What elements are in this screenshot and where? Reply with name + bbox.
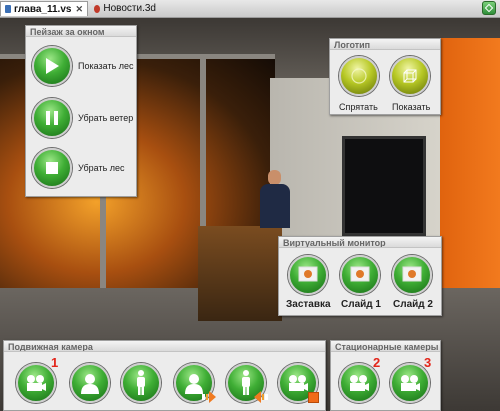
- show-forest-button[interactable]: [32, 46, 72, 86]
- camera-number: 3: [424, 355, 432, 370]
- panel-title: Стационарные камеры: [331, 341, 440, 352]
- virtual-monitor-panel: Виртуальный монитор Заставка Слайд 1 Сла…: [278, 236, 442, 316]
- slide-2-button[interactable]: [392, 255, 432, 295]
- slide-2-label: Слайд 2: [393, 299, 433, 310]
- tab-novosti-3d[interactable]: Новости.3d: [90, 1, 160, 16]
- camera-number: 2: [373, 355, 381, 370]
- tab-3d-icon: [94, 4, 101, 13]
- tab-bar: глава_11.vs ✕ Новости.3d: [0, 0, 500, 18]
- remove-wind-label: Убрать ветер: [78, 113, 134, 123]
- landscape-panel: Пейзаж за окном Показать лес Убрать вете…: [25, 25, 137, 197]
- tab-label: Новости.3d: [103, 3, 156, 14]
- zoom-out-shot-button[interactable]: [226, 363, 268, 403]
- fullbody-shot-button[interactable]: [121, 363, 161, 403]
- close-icon[interactable]: ✕: [75, 4, 83, 15]
- show-forest-label: Показать лес: [78, 61, 134, 71]
- moving-camera-button-1[interactable]: [16, 363, 56, 403]
- remove-forest-button[interactable]: [32, 148, 72, 188]
- presenter-desk: [198, 226, 282, 321]
- panel-title: Логотип: [330, 39, 440, 50]
- monitor-slide-icon: [402, 266, 422, 282]
- closeup-shot-button[interactable]: [70, 363, 110, 403]
- camera-number: 1: [51, 355, 59, 370]
- hide-logo-icon: [351, 68, 367, 84]
- person-fullbody-icon: [137, 370, 145, 395]
- virtual-monitor-screen: [342, 136, 426, 236]
- person-closeup-icon: [81, 374, 99, 394]
- monitor-slide-icon: [350, 266, 370, 282]
- panel-title: Виртуальный монитор: [279, 237, 441, 248]
- zoom-in-arrow-icon: [202, 391, 216, 403]
- tab-glava-11[interactable]: глава_11.vs ✕: [0, 1, 88, 16]
- camera-record-button[interactable]: [278, 363, 319, 403]
- camera-record-icon: [289, 375, 308, 391]
- stop-icon: [46, 162, 58, 174]
- panel-title: Подвижная камера: [4, 341, 325, 352]
- hide-logo-button[interactable]: [339, 56, 379, 96]
- app-logo-icon[interactable]: [482, 1, 496, 15]
- presenter-figure: [260, 170, 290, 228]
- pause-icon: [46, 111, 58, 125]
- camera-icon: [350, 375, 369, 391]
- show-logo-label: Показать: [392, 102, 431, 112]
- monitor-screensaver-icon: [298, 266, 318, 282]
- play-icon: [46, 58, 59, 74]
- camera-icon: [27, 375, 46, 391]
- show-logo-button[interactable]: [390, 56, 430, 96]
- orange-wall: [440, 38, 500, 298]
- slide-1-button[interactable]: [340, 255, 380, 295]
- slide-1-label: Слайд 1: [341, 299, 381, 310]
- moving-camera-panel: Подвижная камера 1: [3, 340, 326, 411]
- remove-wind-button[interactable]: [32, 98, 72, 138]
- zoom-out-arrow-icon: [254, 391, 268, 403]
- tab-scene-icon: [5, 5, 11, 13]
- hide-logo-label: Спрятать: [339, 102, 378, 112]
- record-square-icon: [308, 392, 319, 403]
- tab-label: глава_11.vs: [14, 3, 72, 15]
- screensaver-label: Заставка: [286, 299, 331, 310]
- person-zoom-out-icon: [242, 370, 250, 395]
- remove-forest-label: Убрать лес: [78, 163, 125, 173]
- show-logo-cube-icon: [403, 69, 417, 83]
- zoom-in-shot-button[interactable]: [174, 363, 216, 403]
- static-cameras-panel: Стационарные камеры 2 3: [330, 340, 441, 411]
- camera-icon: [401, 375, 420, 391]
- logo-panel: Логотип Спрятать Показать: [329, 38, 441, 115]
- screensaver-button[interactable]: [288, 255, 328, 295]
- panel-title: Пейзаж за окном: [26, 26, 136, 37]
